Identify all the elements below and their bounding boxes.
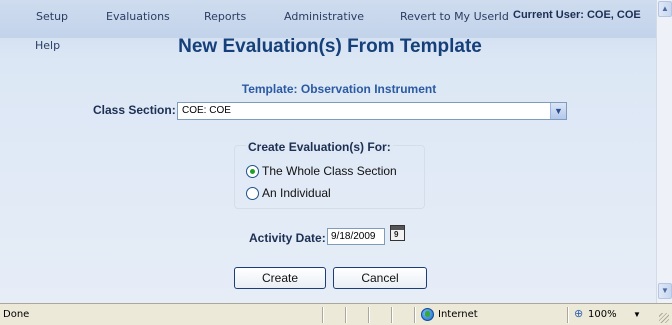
status-text: Done (3, 309, 30, 320)
cancel-button[interactable]: Cancel (333, 267, 427, 289)
create-button[interactable]: Create (234, 267, 326, 289)
create-for-legend: Create Evaluation(s) For: (246, 140, 393, 154)
radio-whole-class-section[interactable]: The Whole Class Section (246, 164, 397, 178)
vertical-scrollbar[interactable]: ▲ ▼ (656, 0, 672, 303)
menu-administrative[interactable]: Administrative (284, 10, 364, 23)
page-title: New Evaluation(s) From Template (178, 36, 482, 57)
zoom-icon[interactable]: ⊕ (574, 307, 583, 320)
template-label: Template: Observation Instrument (241, 82, 437, 96)
menu-evaluations[interactable]: Evaluations (106, 10, 170, 23)
radio-label: The Whole Class Section (262, 164, 397, 178)
activity-date-input[interactable]: 9/18/2009 (327, 228, 385, 245)
status-divider (414, 307, 415, 323)
scroll-up-icon[interactable]: ▲ (658, 1, 672, 17)
radio-label: An Individual (262, 186, 331, 200)
resize-grip[interactable] (659, 313, 669, 323)
menu-revert-userid[interactable]: Revert to My UserId (400, 10, 509, 23)
menu-setup[interactable]: Setup (36, 10, 68, 23)
class-section-label: Class Section: (93, 103, 176, 117)
radio-button-selected[interactable] (246, 164, 259, 178)
menu-bar: Setup Evaluations Reports Administrative… (0, 0, 656, 38)
globe-icon (421, 308, 434, 321)
menu-reports[interactable]: Reports (204, 10, 246, 23)
chevron-down-icon[interactable]: ▼ (633, 310, 641, 319)
status-divider (368, 307, 369, 323)
status-divider (567, 307, 568, 323)
calendar-icon-glyph: 9 (394, 230, 399, 239)
chevron-down-icon[interactable]: ▼ (550, 103, 566, 119)
status-divider (322, 307, 323, 323)
security-zone-label: Internet (438, 309, 478, 320)
zoom-level[interactable]: 100% (588, 309, 617, 320)
status-bar: Done Internet ⊕ 100% ▼ (0, 303, 672, 325)
status-divider (345, 307, 346, 323)
status-divider (391, 307, 392, 323)
activity-date-label: Activity Date: (249, 231, 326, 245)
page-content: Setup Evaluations Reports Administrative… (0, 0, 656, 303)
current-user-label: Current User: COE, COE (513, 9, 641, 21)
calendar-icon[interactable]: 9 (390, 225, 405, 241)
radio-individual[interactable]: An Individual (246, 186, 331, 200)
class-section-select[interactable]: COE: COE ▼ (177, 102, 567, 120)
scroll-down-icon[interactable]: ▼ (658, 283, 672, 299)
class-section-value: COE: COE (182, 105, 231, 116)
radio-button[interactable] (246, 186, 259, 200)
